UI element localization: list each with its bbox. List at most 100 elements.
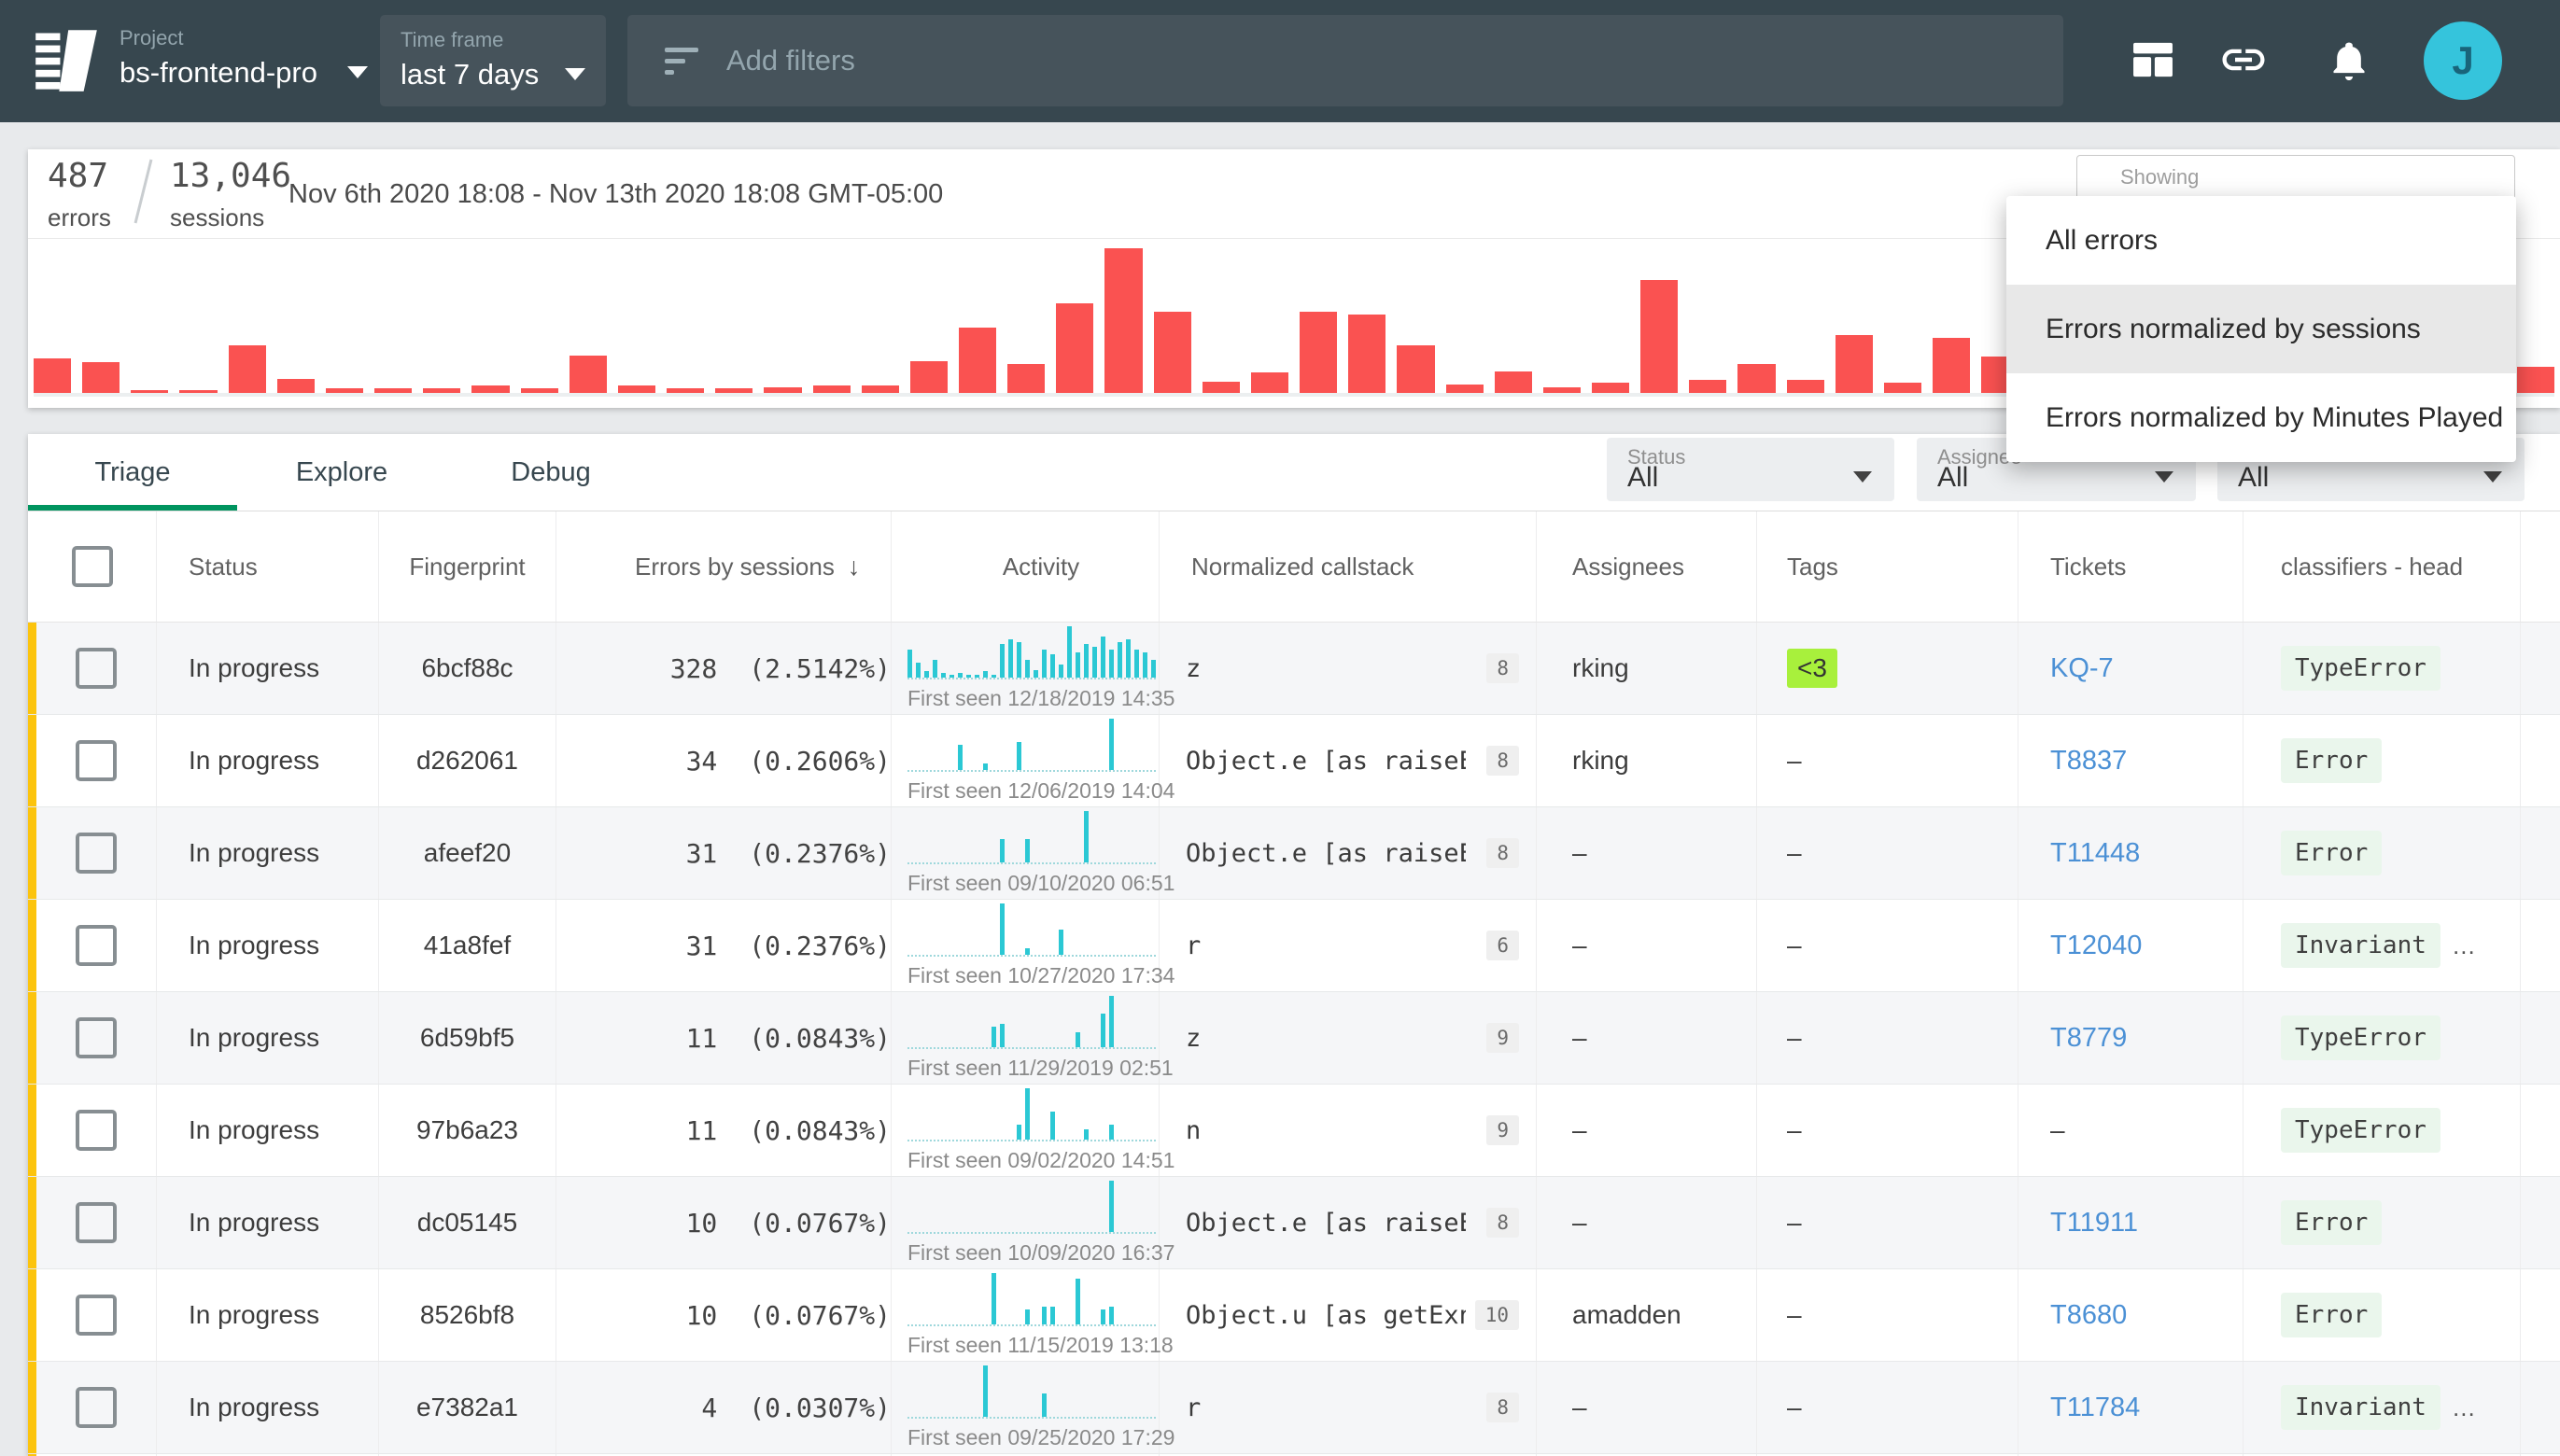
user-avatar[interactable]: J — [2424, 21, 2502, 100]
histogram-bar[interactable] — [1251, 372, 1288, 393]
histogram-bar[interactable] — [667, 388, 704, 393]
header-fingerprint[interactable]: Fingerprint — [379, 511, 556, 622]
assignees-cell[interactable]: – — [1537, 992, 1757, 1084]
histogram-bar[interactable] — [1933, 338, 1970, 393]
notifications-bell-icon[interactable] — [2328, 35, 2370, 84]
assignees-cell[interactable]: – — [1537, 900, 1757, 991]
callstack-cell[interactable]: n 9 — [1160, 1085, 1537, 1176]
histogram-bar[interactable] — [1203, 382, 1240, 393]
histogram-bar[interactable] — [1446, 385, 1484, 393]
assignees-cell[interactable]: – — [1537, 1177, 1757, 1268]
callstack-cell[interactable]: Object.e [as raiseErro… 8 — [1160, 1177, 1537, 1268]
header-activity[interactable]: Activity — [892, 511, 1160, 622]
tags-cell[interactable]: <3 — [1757, 623, 2018, 714]
assignees-cell[interactable]: rking — [1537, 715, 1757, 806]
assignees-cell[interactable]: rking — [1537, 623, 1757, 714]
link-icon[interactable] — [2218, 43, 2269, 77]
histogram-bar[interactable] — [862, 385, 899, 393]
ticket-value[interactable]: T8680 — [2050, 1300, 2127, 1331]
tags-cell[interactable]: – — [1757, 1177, 2018, 1268]
histogram-bar[interactable] — [1737, 364, 1775, 393]
fingerprint-cell[interactable]: d262061 — [379, 715, 556, 806]
histogram-bar[interactable] — [959, 328, 996, 393]
histogram-bar[interactable] — [1495, 371, 1532, 393]
menu-item-errors-normalized-by-sessions[interactable]: Errors normalized by sessions — [2006, 285, 2516, 373]
assignees-cell[interactable]: – — [1537, 1085, 1757, 1176]
histogram-bar[interactable] — [1787, 380, 1824, 393]
row-checkbox[interactable] — [76, 1295, 117, 1336]
tags-cell[interactable]: – — [1757, 900, 2018, 991]
row-checkbox[interactable] — [76, 833, 117, 874]
ticket-value[interactable]: T8837 — [2050, 746, 2127, 777]
row-checkbox[interactable] — [76, 740, 117, 781]
sort-descending-icon[interactable]: ↓ — [848, 553, 861, 581]
histogram-bar[interactable] — [570, 356, 607, 393]
callstack-cell[interactable]: r 8 — [1160, 1362, 1537, 1453]
tags-cell[interactable]: – — [1757, 807, 2018, 899]
fingerprint-cell[interactable]: 97b6a23 — [379, 1085, 556, 1176]
header-normalized-callstack[interactable]: Normalized callstack — [1160, 511, 1537, 622]
histogram-bar[interactable] — [1592, 383, 1629, 393]
callstack-cell[interactable]: Object.e [as raiseErro… 8 — [1160, 715, 1537, 806]
assignees-cell[interactable]: – — [1537, 1362, 1757, 1453]
tab-explore[interactable]: Explore — [237, 434, 446, 511]
dashboard-layout-icon[interactable] — [2131, 41, 2174, 78]
histogram-bar[interactable] — [229, 345, 266, 393]
tags-cell[interactable]: – — [1757, 1362, 2018, 1453]
histogram-bar[interactable] — [423, 388, 460, 393]
histogram-bar[interactable] — [521, 388, 558, 393]
histogram-bar[interactable] — [34, 358, 71, 393]
histogram-bar[interactable] — [1154, 312, 1191, 393]
histogram-bar[interactable] — [813, 385, 851, 393]
histogram-bar[interactable] — [179, 390, 217, 393]
histogram-bar[interactable] — [82, 362, 120, 393]
histogram-bar[interactable] — [715, 388, 753, 393]
tags-cell[interactable]: – — [1757, 715, 2018, 806]
header-tags[interactable]: Tags — [1757, 511, 2018, 622]
header-assignees[interactable]: Assignees — [1537, 511, 1757, 622]
tab-debug[interactable]: Debug — [446, 434, 655, 511]
histogram-bar[interactable] — [1836, 335, 1873, 393]
assignees-cell[interactable]: – — [1537, 807, 1757, 899]
fingerprint-cell[interactable]: 41a8fef — [379, 900, 556, 991]
ticket-value[interactable]: T11911 — [2050, 1208, 2138, 1239]
histogram-bar[interactable] — [764, 387, 801, 393]
row-checkbox[interactable] — [76, 1387, 117, 1428]
fingerprint-cell[interactable]: 6bcf88c — [379, 623, 556, 714]
histogram-bar[interactable] — [1007, 364, 1045, 393]
fingerprint-cell[interactable]: dc05145 — [379, 1177, 556, 1268]
histogram-bar[interactable] — [1884, 383, 1921, 393]
project-selector[interactable]: Project bs-frontend-pro — [120, 28, 368, 87]
tab-triage[interactable]: Triage — [28, 434, 237, 511]
fingerprint-cell[interactable]: 8526bf8 — [379, 1269, 556, 1361]
histogram-bar[interactable] — [1056, 303, 1093, 393]
histogram-bar[interactable] — [277, 379, 315, 394]
histogram-bar[interactable] — [1640, 280, 1678, 393]
ticket-value[interactable]: T11448 — [2050, 838, 2140, 869]
histogram-bar[interactable] — [326, 388, 363, 393]
row-checkbox[interactable] — [76, 1110, 117, 1151]
ticket-value[interactable]: KQ-7 — [2050, 653, 2114, 684]
histogram-bar[interactable] — [1104, 248, 1142, 393]
histogram-bar[interactable] — [1397, 345, 1434, 393]
row-checkbox[interactable] — [76, 925, 117, 966]
histogram-bar[interactable] — [1689, 380, 1726, 393]
callstack-cell[interactable]: r 6 — [1160, 900, 1537, 991]
fingerprint-cell[interactable]: 6d59bf5 — [379, 992, 556, 1084]
histogram-bar[interactable] — [618, 385, 655, 393]
histogram-bar[interactable] — [1300, 312, 1337, 393]
menu-item-errors-normalized-by-minutes-played[interactable]: Errors normalized by Minutes Played — [2006, 373, 2516, 462]
add-filters-input[interactable]: Add filters — [627, 15, 2063, 106]
assignees-cell[interactable]: amadden — [1537, 1269, 1757, 1361]
row-checkbox[interactable] — [76, 1202, 117, 1243]
tags-cell[interactable]: – — [1757, 992, 2018, 1084]
backtrace-logo-icon[interactable] — [34, 26, 99, 95]
ticket-value[interactable]: T11784 — [2050, 1393, 2140, 1423]
histogram-bar[interactable] — [471, 385, 509, 393]
ticket-value[interactable]: – — [2050, 1115, 2065, 1145]
tags-cell[interactable]: – — [1757, 1269, 2018, 1361]
tags-cell[interactable]: – — [1757, 1085, 2018, 1176]
callstack-cell[interactable]: Object.u [as getExn] 10 — [1160, 1269, 1537, 1361]
header-tickets[interactable]: Tickets — [2018, 511, 2244, 622]
row-checkbox[interactable] — [76, 1017, 117, 1058]
